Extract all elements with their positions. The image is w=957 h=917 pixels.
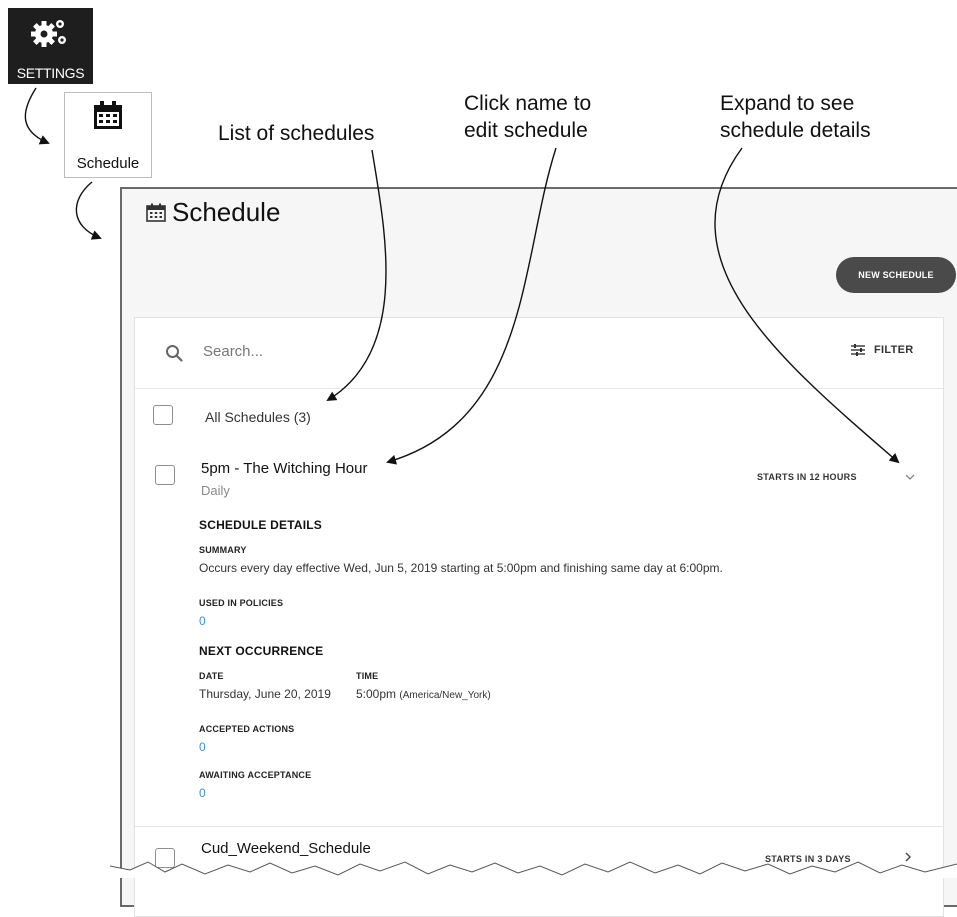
all-schedules-label: All Schedules (3) bbox=[205, 409, 311, 425]
calendar-icon bbox=[94, 101, 122, 129]
schedule-details-heading: SCHEDULE DETAILS bbox=[199, 518, 322, 532]
arrow-settings-to-schedule bbox=[24, 87, 50, 145]
search-input[interactable] bbox=[201, 342, 605, 361]
settings-label: SETTINGS bbox=[16, 65, 85, 81]
schedule-checkbox[interactable] bbox=[155, 465, 175, 485]
next-occurrence-heading: NEXT OCCURRENCE bbox=[199, 644, 324, 658]
awaiting-acceptance-count[interactable]: 0 bbox=[199, 786, 206, 800]
timezone: (America/New_York) bbox=[399, 690, 491, 701]
torn-edge-decoration bbox=[110, 861, 957, 878]
date-label: DATE bbox=[199, 671, 224, 681]
page-title: Schedule bbox=[146, 197, 280, 228]
gears-icon bbox=[31, 20, 66, 47]
used-in-policies-label: USED IN POLICIES bbox=[199, 598, 284, 608]
next-time-value: 5:00pm bbox=[356, 687, 397, 701]
accepted-actions-count[interactable]: 0 bbox=[199, 740, 206, 754]
filter-label: FILTER bbox=[874, 344, 914, 356]
callout-list-of-schedules: List of schedules bbox=[218, 122, 375, 145]
callout-click-name: Click name to edit schedule bbox=[464, 92, 592, 142]
awaiting-acceptance-label: AWAITING ACCEPTANCE bbox=[199, 770, 312, 780]
filter-button[interactable]: FILTER bbox=[851, 344, 913, 356]
summary-label: SUMMARY bbox=[199, 545, 247, 555]
starts-in-status: STARTS IN 12 HOURS bbox=[757, 472, 857, 482]
callout-expand: Expand to see schedule details bbox=[720, 92, 871, 142]
schedule-page-panel: Schedule NEW SCHEDULE FILTER All Schedul… bbox=[120, 187, 957, 917]
schedule-frequency: Daily bbox=[201, 483, 230, 498]
arrow-schedule-to-page bbox=[75, 181, 102, 240]
chevron-down-icon[interactable] bbox=[905, 474, 915, 481]
schedule-tile[interactable]: Schedule bbox=[64, 92, 152, 178]
schedule-list-card: FILTER All Schedules (3) 5pm - The Witch… bbox=[134, 317, 944, 917]
page-title-text: Schedule bbox=[172, 197, 281, 227]
filter-sliders-icon bbox=[851, 344, 865, 356]
summary-text: Occurs every day effective Wed, Jun 5, 2… bbox=[199, 561, 723, 575]
time-label: TIME bbox=[356, 671, 379, 681]
schedule-tile-label: Schedule bbox=[76, 155, 140, 172]
calendar-icon bbox=[146, 203, 166, 222]
accepted-actions-label: ACCEPTED ACTIONS bbox=[199, 724, 295, 734]
next-date: Thursday, June 20, 2019 bbox=[199, 687, 331, 701]
used-in-policies-count[interactable]: 0 bbox=[199, 614, 206, 628]
settings-tile[interactable]: SETTINGS bbox=[8, 8, 93, 84]
select-all-checkbox[interactable] bbox=[153, 405, 173, 425]
new-schedule-button[interactable]: NEW SCHEDULE bbox=[836, 257, 956, 293]
search-bar: FILTER bbox=[135, 318, 943, 389]
next-time: 5:00pm (America/New_York) bbox=[356, 687, 491, 701]
search-icon[interactable] bbox=[165, 344, 183, 362]
row-divider bbox=[135, 826, 943, 827]
schedule-name-link[interactable]: 5pm - The Witching Hour bbox=[201, 460, 367, 477]
